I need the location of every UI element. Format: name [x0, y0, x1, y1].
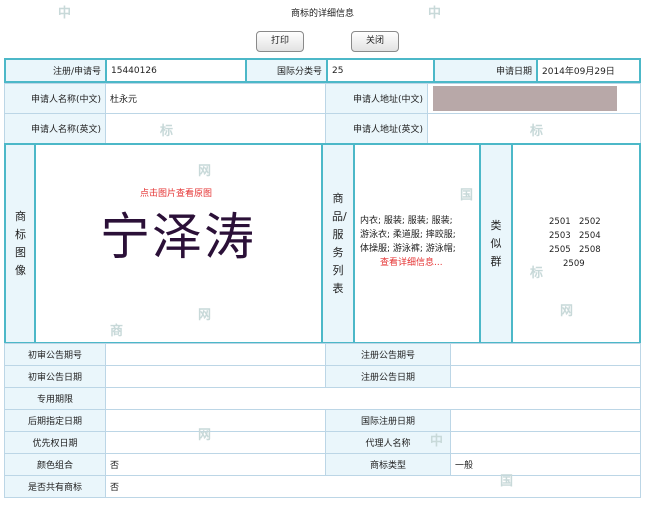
- applicant-addr-cn-label: 申请人地址(中文): [325, 83, 428, 114]
- goods-list: 内衣; 服装; 服装; 服装; 游泳衣; 柔道服; 摔跤服; 体操服; 游泳裤;…: [360, 214, 456, 270]
- similar-group-label: 类似群: [479, 143, 513, 344]
- watermark: 网: [560, 304, 574, 319]
- app-date-label: 申请日期: [433, 58, 538, 83]
- print-button[interactable]: 打印: [256, 31, 304, 52]
- agent-value: [450, 431, 641, 454]
- prelim-pub-date-value: [105, 365, 326, 388]
- watermark: 标: [530, 124, 544, 139]
- exclusive-period-value: [105, 387, 641, 410]
- shared-tm-value: 否: [105, 475, 641, 498]
- priority-date-label: 优先权日期: [4, 431, 106, 454]
- watermark: 网: [198, 164, 212, 179]
- prelim-pub-no-label: 初审公告期号: [4, 343, 106, 366]
- view-details-link[interactable]: 查看详细信息...: [360, 256, 456, 270]
- reg-pub-date-value: [450, 365, 641, 388]
- watermark: 标: [530, 266, 544, 281]
- goods-line: 内衣; 服装; 服装; 服装;: [360, 216, 453, 226]
- later-designation-value: [105, 409, 326, 432]
- intl-reg-date-value: [450, 409, 641, 432]
- goods-label: 商品/服务列表: [321, 143, 355, 344]
- group-code: 2501: [549, 217, 571, 227]
- applicant-name-en-value: [105, 113, 326, 144]
- applicant-addr-en-label: 申请人地址(英文): [325, 113, 428, 144]
- class-no-label: 国际分类号: [245, 58, 328, 83]
- similar-group-list: 2501 2502 2503 2504 2505 2508 2509: [549, 215, 609, 271]
- watermark: 网: [198, 428, 212, 443]
- goods-line: 体操服; 游泳裤; 游泳帽;: [360, 244, 456, 254]
- redacted-block: [433, 86, 617, 111]
- watermark: 国: [460, 188, 474, 203]
- prelim-pub-no-value: [105, 343, 326, 366]
- applicant-table: 申请人名称(中文) 杜永元 申请人地址(中文) 申请人名称(英文) 申请人地址(…: [4, 83, 641, 144]
- reg-no-value: 15440126: [105, 58, 247, 83]
- applicant-name-en-label: 申请人名称(英文): [4, 113, 106, 144]
- watermark: 中: [428, 6, 442, 21]
- applicant-name-cn-value: 杜永元: [105, 83, 326, 114]
- app-date-value: 2014年09月29日: [536, 58, 641, 83]
- group-code: 2508: [579, 245, 601, 255]
- intl-reg-date-label: 国际注册日期: [325, 409, 451, 432]
- close-button[interactable]: 关闭: [351, 31, 399, 52]
- details-table: 初审公告期号 注册公告期号 初审公告日期 注册公告日期 专用期限 后期指定日期 …: [4, 343, 641, 498]
- reg-pub-no-value: [450, 343, 641, 366]
- button-bar: 打印 关闭: [0, 31, 645, 53]
- group-code: 2503: [549, 231, 571, 241]
- watermark: 商: [110, 324, 124, 339]
- priority-date-value: [105, 431, 326, 454]
- watermark: 中: [430, 434, 444, 449]
- prelim-pub-date-label: 初审公告日期: [4, 365, 106, 388]
- color-combo-label: 颜色组合: [4, 453, 106, 476]
- color-combo-value: 否: [105, 453, 326, 476]
- watermark: 国: [500, 474, 514, 489]
- group-code: 2504: [579, 231, 601, 241]
- reg-no-label: 注册/申请号: [4, 58, 107, 83]
- shared-tm-label: 是否共有商标: [4, 475, 106, 498]
- basic-info-table: 注册/申请号 15440126 国际分类号 25 申请日期 2014年09月29…: [4, 58, 641, 83]
- trademark-text: 宁泽涛: [100, 208, 256, 266]
- group-code: 2505: [549, 245, 571, 255]
- tm-type-value: 一般: [450, 453, 641, 476]
- watermark: 中: [58, 6, 72, 21]
- watermark: 标: [160, 124, 174, 139]
- trademark-image[interactable]: 宁泽涛: [58, 198, 298, 276]
- tm-image-label: 商标图像: [4, 143, 36, 344]
- applicant-addr-cn-value: [427, 83, 641, 114]
- applicant-name-cn-label: 申请人名称(中文): [4, 83, 106, 114]
- tm-type-label: 商标类型: [325, 453, 451, 476]
- page-title: 商标的详细信息: [290, 9, 354, 19]
- watermark: 网: [198, 308, 212, 323]
- later-designation-label: 后期指定日期: [4, 409, 106, 432]
- group-code: 2509: [563, 259, 585, 269]
- class-no-value: 25: [326, 58, 435, 83]
- exclusive-period-label: 专用期限: [4, 387, 106, 410]
- reg-pub-no-label: 注册公告期号: [325, 343, 451, 366]
- group-code: 2502: [579, 217, 601, 227]
- reg-pub-date-label: 注册公告日期: [325, 365, 451, 388]
- goods-line: 游泳衣; 柔道服; 摔跤服;: [360, 230, 456, 240]
